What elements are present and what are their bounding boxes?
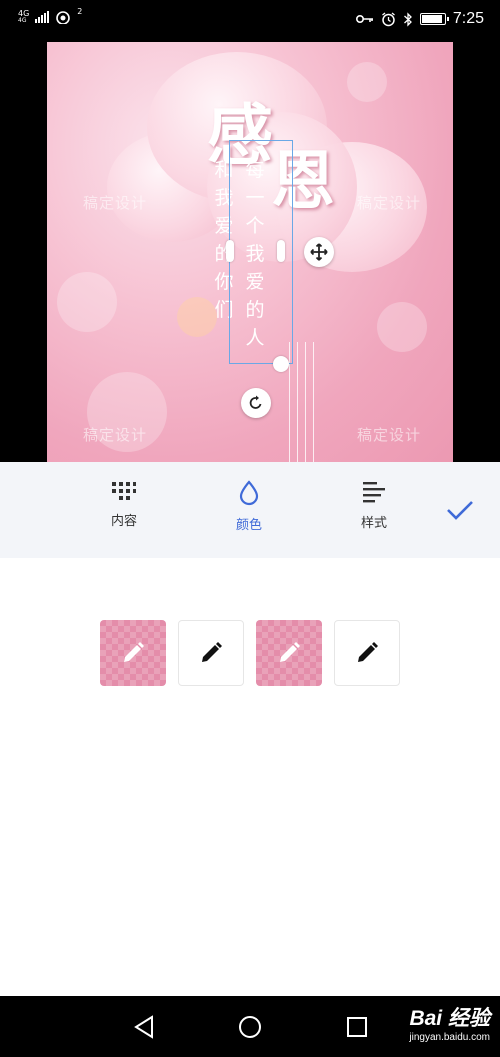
status-right: 7:25 (355, 10, 484, 28)
app-screen: 4G 4G 2 7:25 稿定设计 稿定设计 稿定设计 稿定设计 感 恩 和 我… (0, 0, 500, 1057)
wifi-sub-label: 2 (77, 6, 83, 16)
watermark-bottom-left: 稿定设计 (83, 426, 148, 444)
bokeh-5 (347, 62, 387, 102)
pencil-icon (202, 642, 222, 662)
color-swatch-3[interactable] (256, 620, 322, 686)
battery-icon (419, 13, 449, 25)
network-sub-label: 4G (18, 17, 27, 24)
resize-handle-right[interactable] (277, 240, 285, 262)
pencil-icon (280, 642, 300, 662)
home-button[interactable] (237, 1014, 263, 1040)
edit-toolbar: 内容 颜色 样式 (0, 462, 500, 558)
move-icon (310, 243, 328, 261)
poster-canvas[interactable]: 稿定设计 稿定设计 稿定设计 稿定设计 感 恩 和 我 爱 的 你 们 每 一 … (47, 42, 453, 462)
network-type: 4G 4G (18, 10, 29, 24)
baidu-logo: Bai 经验 (409, 1007, 490, 1030)
rotate-icon (249, 395, 262, 409)
watermark-top-left: 稿定设计 (83, 194, 148, 212)
status-bar: 4G 4G 2 7:25 (0, 0, 500, 40)
move-button[interactable] (304, 237, 334, 267)
battery-fill (421, 15, 443, 23)
bokeh-2 (177, 297, 217, 337)
tab-style-label: 样式 (360, 516, 387, 531)
grid-icon (112, 482, 136, 500)
color-swatch-1[interactable] (100, 620, 166, 686)
bokeh-1 (57, 272, 117, 332)
color-swatch-2[interactable] (178, 620, 244, 686)
tab-style[interactable]: 样式 (334, 480, 414, 531)
pencil-icon (358, 642, 378, 662)
recents-icon (347, 1017, 367, 1037)
pencil-icon (124, 642, 144, 662)
alarm-icon (381, 11, 395, 26)
home-icon (239, 1016, 261, 1038)
navigation-bar: Bai 经验 jingyan.baidu.com (0, 996, 500, 1057)
rotate-button[interactable] (241, 388, 271, 418)
tab-color[interactable]: 颜色 (209, 480, 289, 533)
watermark-top-right: 稿定设计 (357, 194, 422, 212)
tab-color-label: 颜色 (235, 518, 262, 533)
wifi-icon (56, 11, 71, 24)
watermark-bottom-right: 稿定设计 (357, 426, 422, 444)
back-icon (134, 1015, 153, 1039)
baidu-jingyan-watermark: Bai 经验 jingyan.baidu.com (409, 1002, 490, 1043)
color-swatch-4[interactable] (334, 620, 400, 686)
key-icon (355, 15, 373, 23)
status-time: 7:25 (452, 10, 484, 27)
align-left-icon (363, 482, 385, 503)
drop-icon (239, 480, 259, 506)
tab-content[interactable]: 内容 (84, 480, 164, 529)
baidu-url: jingyan.baidu.com (409, 1032, 490, 1043)
check-icon (447, 501, 473, 520)
color-panel (0, 558, 500, 996)
signal-icon (35, 11, 50, 23)
back-button[interactable] (131, 1014, 157, 1040)
bokeh-3 (377, 302, 427, 352)
bluetooth-icon (403, 11, 412, 27)
status-left: 4G 4G 2 (18, 6, 83, 24)
confirm-button[interactable] (440, 490, 480, 530)
resize-handle-left[interactable] (226, 240, 234, 262)
resize-handle-corner[interactable] (273, 356, 289, 372)
recents-button[interactable] (344, 1014, 370, 1040)
tab-content-label: 内容 (110, 514, 137, 529)
